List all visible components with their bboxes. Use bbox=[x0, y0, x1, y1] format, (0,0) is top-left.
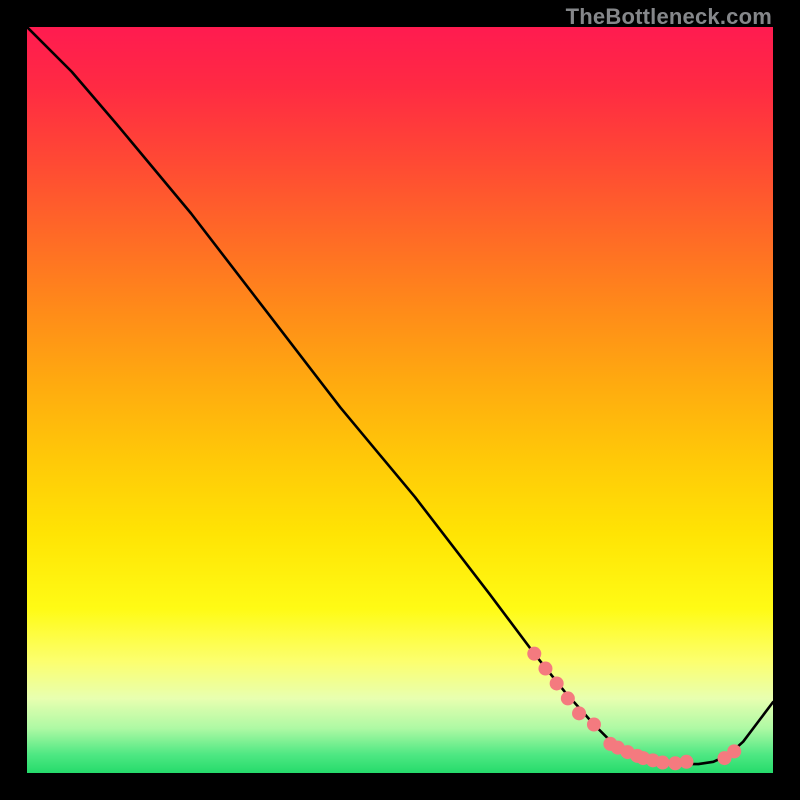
chart-stage: TheBottleneck.com bbox=[0, 0, 800, 800]
highlight-dot bbox=[727, 744, 741, 758]
highlight-dot bbox=[656, 756, 670, 770]
highlight-dot bbox=[550, 676, 564, 690]
highlight-dot bbox=[561, 691, 575, 705]
watermark-label: TheBottleneck.com bbox=[566, 4, 772, 30]
highlight-dot bbox=[527, 647, 541, 661]
plot-area bbox=[27, 27, 773, 773]
highlight-dot bbox=[538, 662, 552, 676]
bottleneck-curve bbox=[27, 27, 773, 764]
highlight-dots bbox=[527, 647, 741, 771]
highlight-dot bbox=[587, 718, 601, 732]
curve-layer bbox=[27, 27, 773, 773]
highlight-dot bbox=[679, 755, 693, 769]
highlight-dot bbox=[572, 706, 586, 720]
